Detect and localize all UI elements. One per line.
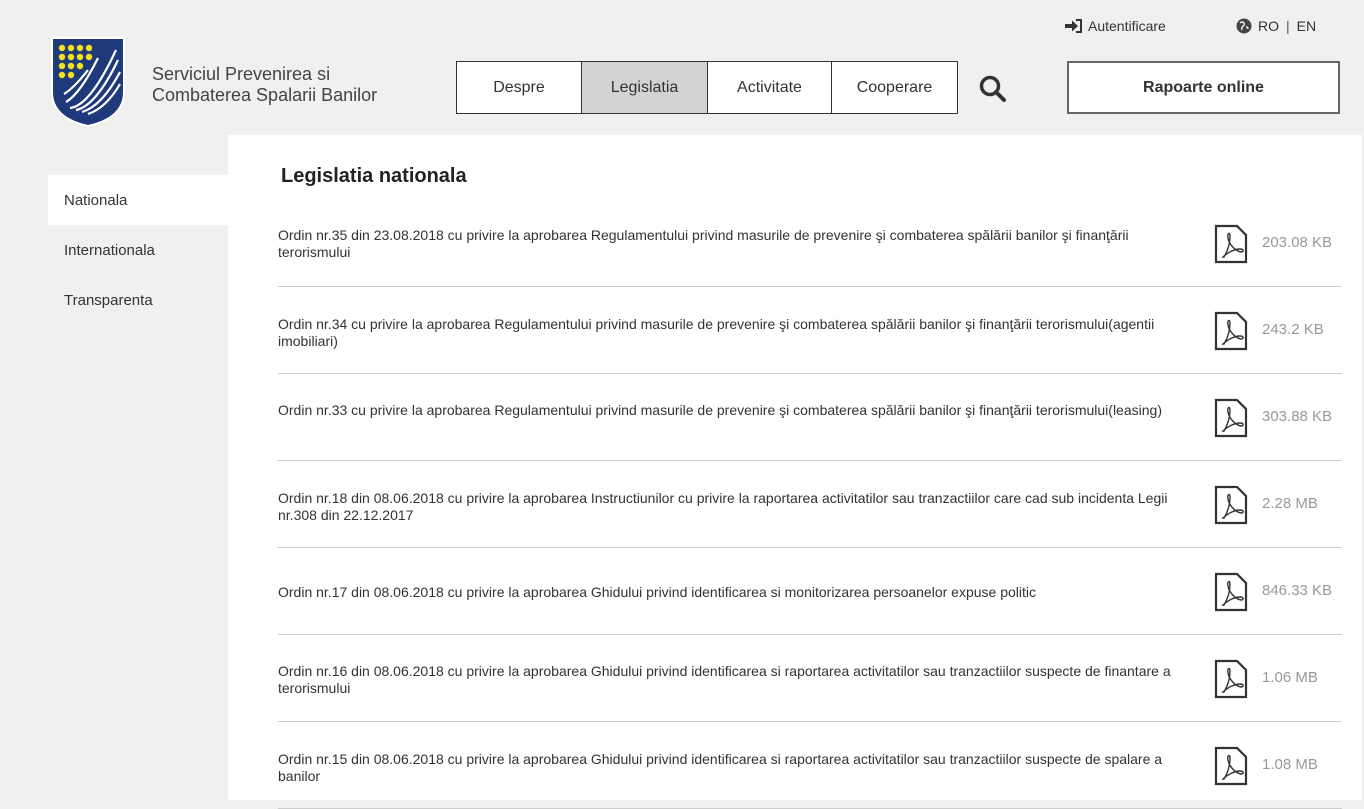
file-size: 1.06 MB (1262, 669, 1318, 686)
lang-en[interactable]: EN (1297, 18, 1316, 34)
nav-cooperare[interactable]: Cooperare (832, 62, 957, 113)
file-size: 2.28 MB (1262, 495, 1318, 512)
logo-emblem[interactable] (50, 36, 126, 128)
document-row: Ordin nr.15 din 08.06.2018 cu privire la… (278, 722, 1342, 809)
document-link[interactable]: Ordin nr.18 din 08.06.2018 cu privire la… (278, 490, 1178, 524)
nav-activitate[interactable]: Activitate (708, 62, 832, 113)
document-row: Ordin nr.16 din 08.06.2018 cu privire la… (278, 635, 1342, 722)
sidebar-item-nationala[interactable]: Nationala (48, 175, 228, 225)
main-nav: Despre Legislatia Activitate Cooperare (456, 61, 958, 114)
pdf-icon[interactable] (1214, 485, 1248, 525)
search-icon[interactable] (978, 74, 1008, 104)
login-label: Autentificare (1088, 18, 1166, 34)
nav-despre[interactable]: Despre (457, 62, 582, 113)
sidebar-item-transparenta[interactable]: Transparenta (48, 275, 228, 325)
site-name[interactable]: Serviciul Prevenirea si Combaterea Spala… (152, 64, 412, 106)
site-header: Serviciul Prevenirea si Combaterea Spala… (0, 0, 1364, 135)
page-title: Legislatia nationala (281, 165, 467, 187)
login-link[interactable]: Autentificare (1064, 18, 1166, 34)
main-content: Legislatia nationala Ordin nr.35 din 23.… (228, 135, 1362, 809)
file-size: 203.08 KB (1262, 234, 1333, 251)
document-row: Ordin nr.34 cu privire la aprobarea Regu… (278, 287, 1342, 374)
document-link[interactable]: Ordin nr.15 din 08.06.2018 cu privire la… (278, 751, 1178, 785)
document-row: Ordin nr.18 din 08.06.2018 cu privire la… (278, 461, 1342, 548)
nav-legislatia[interactable]: Legislatia (582, 62, 708, 113)
lang-ro[interactable]: RO (1258, 18, 1279, 34)
file-size: 1.08 MB (1262, 756, 1318, 773)
pdf-icon[interactable] (1214, 311, 1248, 351)
language-switcher: RO | EN (1236, 18, 1316, 34)
document-link[interactable]: Ordin nr.34 cu privire la aprobarea Regu… (278, 316, 1178, 350)
document-link[interactable]: Ordin nr.16 din 08.06.2018 cu privire la… (278, 663, 1178, 697)
online-reports-button[interactable]: Rapoarte online (1067, 61, 1340, 114)
pdf-icon[interactable] (1214, 224, 1248, 264)
document-row: Ordin nr.17 din 08.06.2018 cu privire la… (278, 548, 1342, 635)
document-link[interactable]: Ordin nr.17 din 08.06.2018 cu privire la… (278, 584, 1178, 601)
pdf-icon[interactable] (1214, 572, 1248, 612)
sidebar: Nationala Internationala Transparenta (0, 135, 228, 800)
login-icon (1065, 19, 1082, 33)
pdf-icon[interactable] (1214, 398, 1248, 438)
file-size: 243.2 KB (1262, 321, 1324, 338)
document-row: Ordin nr.33 cu privire la aprobarea Regu… (278, 374, 1342, 461)
document-link[interactable]: Ordin nr.35 din 23.08.2018 cu privire la… (278, 227, 1178, 261)
document-link[interactable]: Ordin nr.33 cu privire la aprobarea Regu… (278, 402, 1178, 419)
document-row: Ordin nr.35 din 23.08.2018 cu privire la… (278, 200, 1342, 287)
pdf-icon[interactable] (1214, 746, 1248, 786)
sidebar-item-internationala[interactable]: Internationala (48, 225, 228, 275)
lang-separator: | (1286, 18, 1290, 34)
globe-icon (1236, 18, 1252, 34)
file-size: 303.88 KB (1262, 408, 1333, 425)
file-size: 846.33 KB (1262, 582, 1333, 599)
pdf-icon[interactable] (1214, 659, 1248, 699)
